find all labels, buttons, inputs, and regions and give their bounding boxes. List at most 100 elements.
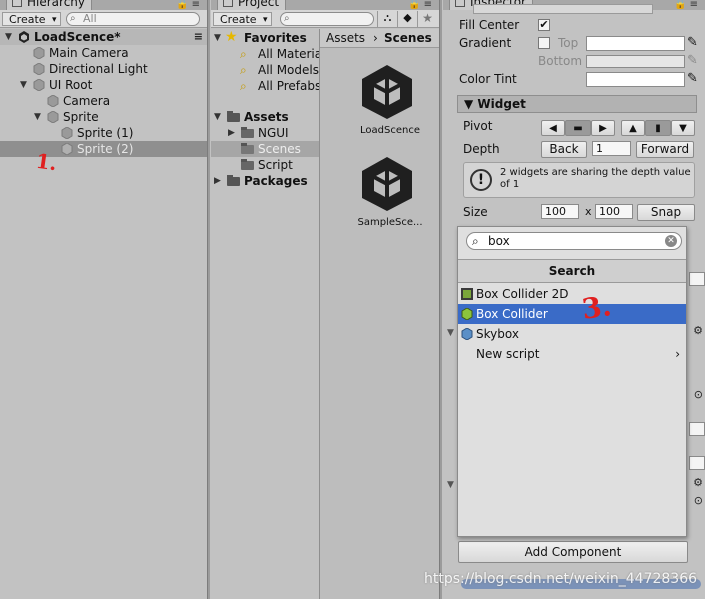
favorites-row[interactable]: ▼ ★ Favorites xyxy=(211,29,319,46)
eyedropper-icon[interactable]: ✎ xyxy=(687,53,698,68)
file-label: LoadScence xyxy=(360,125,420,136)
favorites-item[interactable]: ⌕ All Materia xyxy=(211,46,323,62)
gameobject-icon xyxy=(33,63,45,75)
popup-header-label: Search xyxy=(548,264,596,278)
expand-arrow-icon[interactable]: ▶ xyxy=(228,125,235,141)
project-files: Assets › Scenes LoadScence SampleSce... xyxy=(320,29,439,599)
search-input[interactable]: ⌕ All xyxy=(66,12,200,26)
box-collider-icon xyxy=(461,308,473,320)
side-field[interactable] xyxy=(689,272,705,286)
breadcrumb-current[interactable]: Scenes xyxy=(384,29,432,48)
file-item[interactable]: LoadScence xyxy=(340,61,420,141)
pivot-middle-button[interactable]: ▮ xyxy=(645,120,671,136)
target-icon[interactable]: ⊙ xyxy=(694,494,703,507)
fill-center-checkbox[interactable]: ✔ xyxy=(538,19,550,31)
depth-input[interactable]: 1 xyxy=(592,141,631,156)
gradient-top-color[interactable] xyxy=(586,36,685,51)
color-tint-field[interactable] xyxy=(586,72,685,87)
scene-name: LoadScence* xyxy=(34,30,121,44)
popup-item-label: Box Collider 2D xyxy=(476,287,569,301)
project-panel: Project 🔒≡ Create ⌕ ⛬ ◆ ★ ▼ ★ Favorites … xyxy=(211,0,439,599)
assets-row[interactable]: ▼ Assets xyxy=(211,109,319,125)
clear-search-icon[interactable]: ✕ xyxy=(665,235,677,247)
side-field[interactable] xyxy=(689,456,705,470)
expand-arrow-icon[interactable]: ▼ xyxy=(214,109,221,125)
panel-divider[interactable] xyxy=(439,0,442,599)
pivot-center-button[interactable]: ▬ xyxy=(565,120,591,136)
expand-arrow-icon[interactable]: ▼ xyxy=(214,30,221,46)
search-input[interactable]: ⌕ xyxy=(280,12,374,26)
assets-item-selected[interactable]: Scenes xyxy=(211,141,319,157)
hierarchy-item[interactable]: ▼ Sprite xyxy=(0,109,207,125)
collapse-arrow-icon[interactable]: ▼ xyxy=(447,328,454,338)
popup-item[interactable]: Skybox xyxy=(458,324,686,344)
popup-item[interactable]: New script › xyxy=(458,344,686,364)
hierarchy-item[interactable]: ▼ UI Root xyxy=(0,77,207,93)
tab-project[interactable]: Project xyxy=(217,0,287,10)
widget-header[interactable]: ▼ Widget xyxy=(457,95,697,113)
expand-arrow-icon[interactable]: ▼ xyxy=(20,77,27,93)
pivot-top-button[interactable]: ▲ xyxy=(621,120,645,136)
folder-icon xyxy=(241,143,254,154)
eyedropper-icon[interactable]: ✎ xyxy=(687,35,698,50)
create-button[interactable]: Create xyxy=(2,12,61,27)
target-icon[interactable]: ⊙ xyxy=(694,388,703,401)
packages-row[interactable]: ▶ Packages xyxy=(211,173,319,189)
filter-type-icon[interactable]: ⛬ xyxy=(377,11,397,27)
hierarchy-item[interactable]: Directional Light xyxy=(0,61,207,77)
gameobject-icon xyxy=(47,111,59,123)
hierarchy-item-label: Directional Light xyxy=(49,62,148,76)
back-button[interactable]: Back xyxy=(541,141,587,158)
gear-icon[interactable]: ⚙ xyxy=(693,476,703,489)
size-width-input[interactable]: 100 xyxy=(541,204,579,219)
assets-item[interactable]: ▶ NGUI xyxy=(211,125,319,141)
gradient-bottom-color[interactable] xyxy=(586,55,685,68)
favorites-item-label: All Materia xyxy=(258,47,323,61)
tab-hierarchy[interactable]: Hierarchy xyxy=(6,0,93,10)
lock-icon[interactable]: 🔒≡ xyxy=(408,0,435,10)
popup-item-highlighted[interactable]: Box Collider xyxy=(458,304,686,324)
search-icon: ⌕ xyxy=(472,234,479,248)
favorites-item[interactable]: ⌕ All Prefabs xyxy=(211,78,321,94)
hierarchy-item[interactable]: Main Camera xyxy=(0,45,207,61)
favorites-item[interactable]: ⌕ All Models xyxy=(211,62,319,78)
scene-row[interactable]: ▼ LoadScence* ≡ xyxy=(0,29,207,45)
gameobject-icon xyxy=(33,79,45,91)
pivot-right-button[interactable]: ▶ xyxy=(591,120,615,136)
collapse-arrow-icon[interactable]: ▼ xyxy=(447,480,454,490)
create-button[interactable]: Create xyxy=(213,12,272,27)
expand-arrow-icon[interactable]: ▶ xyxy=(214,173,221,189)
lock-icon[interactable]: 🔒≡ xyxy=(176,0,203,10)
assets-item[interactable]: Script xyxy=(211,157,319,173)
dropdown-stub[interactable] xyxy=(473,4,653,14)
gear-icon[interactable]: ⚙ xyxy=(693,324,703,337)
snap-button[interactable]: Snap xyxy=(637,204,695,221)
panel-divider[interactable] xyxy=(207,0,210,599)
popup-item[interactable]: Box Collider 2D xyxy=(458,284,686,304)
pivot-left-button[interactable]: ◀ xyxy=(541,120,565,136)
popup-item-label: Box Collider xyxy=(476,307,548,321)
hierarchy-item-selected[interactable]: Sprite (2) xyxy=(0,141,207,157)
side-field[interactable] xyxy=(689,422,705,436)
popup-search-field[interactable]: ⌕ box ✕ xyxy=(466,232,682,250)
hierarchy-item-label: Sprite (1) xyxy=(77,126,134,140)
expand-arrow-icon[interactable]: ▼ xyxy=(34,109,41,125)
filter-label-icon[interactable]: ◆ xyxy=(397,11,417,27)
unity-scene-icon xyxy=(362,65,412,119)
tab-project-label: Project xyxy=(238,0,280,9)
gradient-checkbox[interactable] xyxy=(538,37,550,49)
forward-button[interactable]: Forward xyxy=(636,141,694,158)
pivot-bottom-button[interactable]: ▼ xyxy=(671,120,695,136)
eyedropper-icon[interactable]: ✎ xyxy=(687,71,698,86)
popup-item-label: New script xyxy=(476,347,540,361)
file-item[interactable]: SampleSce... xyxy=(340,153,423,233)
favorite-star-icon[interactable]: ★ xyxy=(417,11,437,27)
lock-icon[interactable]: 🔒≡ xyxy=(674,0,701,10)
hierarchy-item[interactable]: Camera xyxy=(0,93,207,109)
scene-menu-icon[interactable]: ≡ xyxy=(194,29,203,45)
size-height-input[interactable]: 100 xyxy=(595,204,633,219)
expand-arrow-icon[interactable]: ▼ xyxy=(5,29,12,45)
breadcrumb-root[interactable]: Assets xyxy=(326,29,365,48)
hierarchy-item[interactable]: Sprite (1) xyxy=(0,125,207,141)
add-component-button[interactable]: Add Component xyxy=(458,541,688,563)
